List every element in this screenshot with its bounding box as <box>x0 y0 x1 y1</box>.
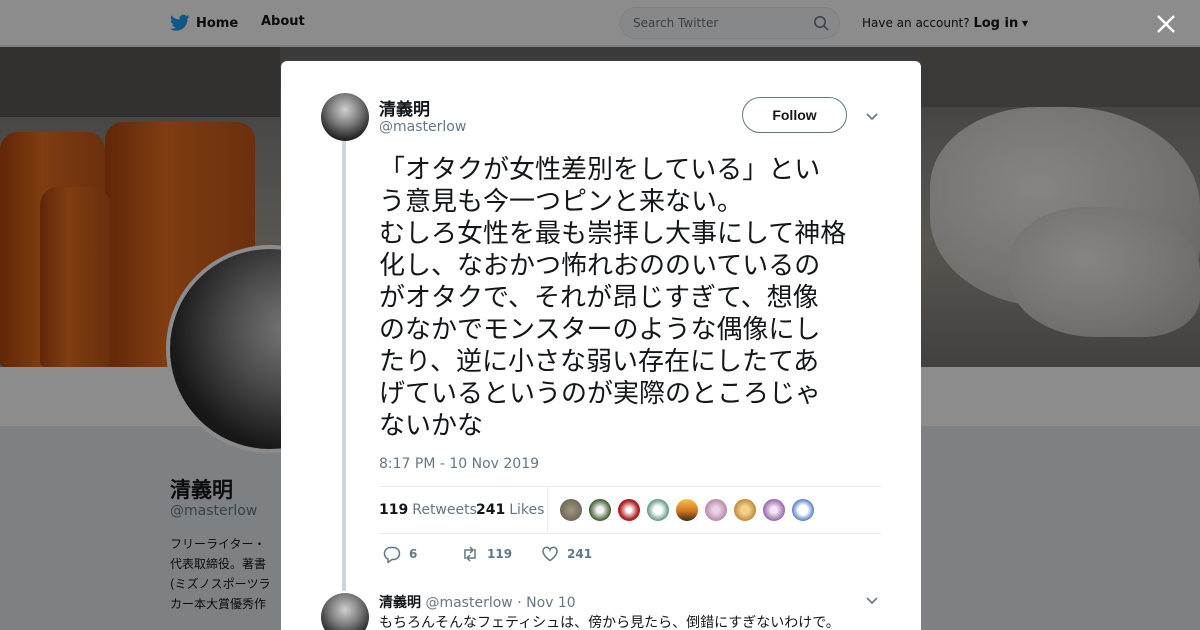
stats-divider <box>547 487 548 533</box>
like-button[interactable]: 241 <box>541 545 592 563</box>
liker-avatar[interactable] <box>733 498 757 522</box>
reply-header: 清義明 @masterlow · Nov 10 <box>379 592 576 612</box>
reply-author-name[interactable]: 清義明 <box>379 595 421 611</box>
thread-line <box>342 141 346 591</box>
retweets-stat[interactable]: 119 Retweets <box>379 502 477 518</box>
tweet-modal: 清義明 @masterlow Follow 「オタクが女性差別をしている」とい … <box>281 61 921 630</box>
retweet-button[interactable]: 119 <box>461 545 512 563</box>
retweet-icon <box>464 546 476 562</box>
reply-avatar[interactable] <box>321 593 369 630</box>
liker-avatar[interactable] <box>791 498 815 522</box>
reply-button[interactable]: 6 <box>383 545 417 563</box>
retweets-label: Retweets <box>412 502 477 518</box>
liker-avatar[interactable] <box>762 498 786 522</box>
liker-avatar[interactable] <box>646 498 670 522</box>
reply-icon <box>383 546 401 563</box>
close-icon[interactable] <box>1155 13 1177 35</box>
author-name[interactable]: 清義明 <box>379 95 430 120</box>
retweet-count: 119 <box>487 547 513 561</box>
tweet-stats: 119 Retweets 241 Likes <box>379 486 881 534</box>
liker-avatar[interactable] <box>675 498 699 522</box>
author-handle[interactable]: @masterlow <box>379 119 466 135</box>
reply-author-handle[interactable]: @masterlow <box>425 595 512 611</box>
liker-avatar[interactable] <box>588 498 612 522</box>
liker-avatars <box>559 498 815 522</box>
reply-date[interactable]: Nov 10 <box>526 595 576 611</box>
retweets-count: 119 <box>379 502 409 518</box>
reply-text: もちろんそんなフェティシュは、傍から見たら、倒錯にすぎないわけで。 <box>379 615 840 630</box>
likes-count: 241 <box>476 502 506 518</box>
liker-avatar[interactable] <box>704 498 728 522</box>
tweet-text: 「オタクが女性差別をしている」とい う意見も今一つピンと来ない。 むしろ女性を最… <box>379 155 847 441</box>
reply-count: 6 <box>409 547 418 561</box>
author-avatar[interactable] <box>321 93 369 141</box>
tweet-timestamp[interactable]: 8:17 PM - 10 Nov 2019 <box>379 456 539 472</box>
like-icon <box>542 546 558 562</box>
chevron-down-icon[interactable] <box>864 108 880 124</box>
liker-avatar[interactable] <box>559 498 583 522</box>
tweet-actions: 6 119 241 <box>379 545 779 565</box>
liker-avatar[interactable] <box>617 498 641 522</box>
likes-label: Likes <box>509 502 545 518</box>
reply-separator: · <box>517 595 522 611</box>
like-count: 241 <box>567 547 593 561</box>
chevron-down-icon[interactable] <box>864 592 880 608</box>
follow-button[interactable]: Follow <box>742 97 847 133</box>
likes-stat[interactable]: 241 Likes <box>476 502 544 518</box>
